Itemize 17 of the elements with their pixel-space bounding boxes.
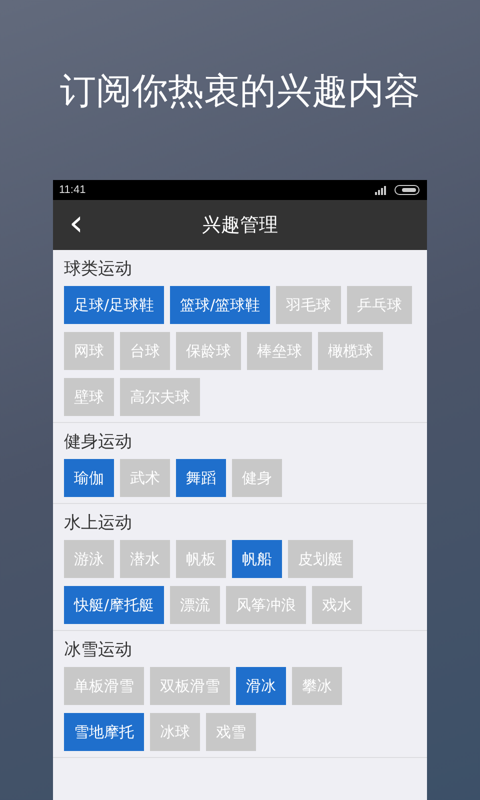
status-time: 11:41 — [59, 184, 86, 196]
section-title: 冰雪运动 — [64, 639, 133, 662]
interest-tag[interactable]: 篮球/篮球鞋 — [170, 286, 270, 324]
section-title: 球类运动 — [64, 258, 133, 281]
interest-tag[interactable]: 滑冰 — [236, 667, 286, 705]
interest-tag[interactable]: 舞蹈 — [176, 459, 226, 497]
status-icons — [375, 185, 421, 195]
interest-tag[interactable]: 雪地摩托 — [64, 713, 144, 751]
section-title: 水上运动 — [64, 512, 133, 535]
headline: 订阅你热衷的兴趣内容 — [60, 70, 420, 114]
interest-tag[interactable]: 帆船 — [232, 540, 282, 578]
back-button[interactable]: ‹ — [65, 207, 88, 241]
interest-tag[interactable]: 足球/足球鞋 — [64, 286, 164, 324]
nav-title: 兴趣管理 — [202, 213, 278, 238]
section-title: 健身运动 — [64, 431, 133, 454]
interest-tag[interactable]: 瑜伽 — [64, 459, 114, 497]
interest-tag[interactable]: 快艇/摩托艇 — [64, 586, 164, 624]
